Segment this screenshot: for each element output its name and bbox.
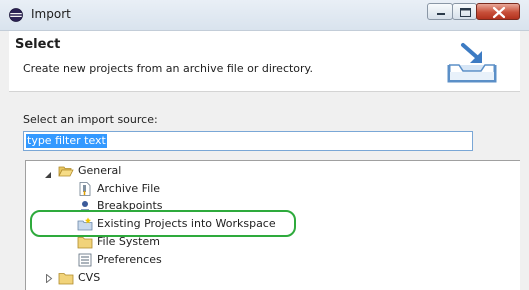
tree-item-label: Preferences: [97, 253, 162, 266]
import-dialog: Import Select Create new projects from a…: [0, 0, 529, 290]
folder-icon: [58, 273, 74, 285]
archive-file-icon: [79, 182, 91, 196]
minimize-icon: [437, 13, 445, 15]
import-source-label: Select an import source:: [23, 113, 158, 126]
page-description: Create new projects from an archive file…: [23, 62, 313, 75]
filter-text: type filter text: [26, 134, 107, 148]
highlight-annotation: [30, 210, 296, 237]
tree-item-label: General: [78, 164, 122, 177]
preferences-icon: [78, 253, 92, 267]
import-wizard-icon: [447, 43, 497, 83]
eclipse-icon: [9, 8, 23, 22]
tree-item-label: Archive File: [97, 182, 161, 195]
filter-input[interactable]: type filter text: [23, 131, 473, 151]
close-icon: [492, 6, 506, 19]
folder-open-icon: [58, 166, 74, 177]
minimize-button[interactable]: [427, 3, 453, 20]
maximize-icon: [460, 8, 471, 17]
tree-item-label: CVS: [78, 271, 101, 284]
page-title: Select: [15, 37, 61, 52]
title-bar[interactable]: Import: [0, 0, 529, 31]
folder-icon: [77, 237, 93, 249]
expand-arrow-icon[interactable]: [45, 274, 54, 283]
window-title: Import: [31, 7, 71, 21]
collapse-arrow-icon[interactable]: [44, 171, 53, 180]
wizard-body: Select an import source: type filter tex…: [9, 92, 520, 290]
maximize-button[interactable]: [452, 3, 477, 20]
wizard-header: Select Create new projects from an archi…: [9, 31, 520, 92]
close-button[interactable]: [476, 3, 520, 20]
